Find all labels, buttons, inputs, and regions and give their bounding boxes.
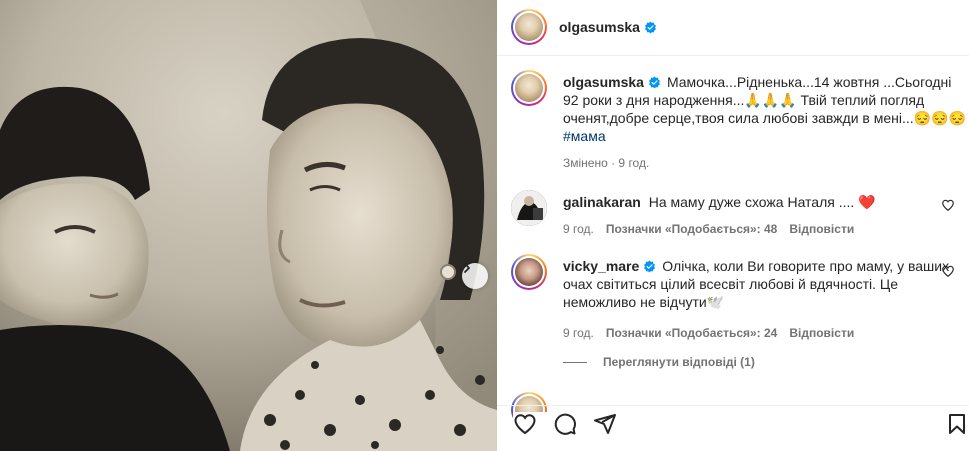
comment-likes-count[interactable]: Позначки «Подобається»: 48 [606, 220, 777, 238]
bookmark-icon[interactable] [945, 412, 969, 436]
verified-badge-icon [643, 260, 656, 273]
view-replies-label: Переглянути відповіді (1) [603, 355, 755, 369]
caption-edited-time: Змінено · 9 год. [563, 156, 650, 170]
post-actions-bar [513, 412, 617, 436]
comment-like-heart-icon[interactable] [941, 198, 955, 212]
actions-divider [497, 405, 969, 406]
avatar[interactable] [511, 70, 547, 106]
avatar[interactable] [511, 254, 547, 290]
verified-badge-icon [644, 21, 657, 34]
comment-item: galinakaran На маму дуже схожа Наталя ..… [511, 190, 967, 238]
caption-username[interactable]: olgasumska [563, 74, 644, 90]
comment-item: vicky_mare Олічка, коли Ви говорите про м… [511, 254, 967, 342]
carousel-next-button[interactable] [462, 263, 488, 289]
post-author-username[interactable]: olgasumska [559, 19, 640, 35]
post-photo [0, 0, 497, 451]
avatar[interactable] [511, 9, 547, 45]
hashtag-link[interactable]: #мама [563, 128, 606, 144]
comment-text: На маму дуже схожа Наталя .... ❤️ [648, 194, 876, 210]
verified-badge-icon [648, 76, 661, 89]
comment-like-heart-icon[interactable] [941, 264, 955, 278]
comment-username[interactable]: galinakaran [563, 194, 641, 210]
reply-button[interactable]: Відповісти [789, 220, 854, 238]
header-divider [497, 55, 969, 56]
sepia-photo-illustration [0, 0, 497, 451]
replies-divider-line [563, 361, 587, 363]
caption-text: olgasumska Мамочка...Рідненька...14 жовтн… [563, 73, 967, 145]
heart-icon[interactable] [513, 412, 537, 436]
comment-username[interactable]: vicky_mare [563, 258, 639, 274]
view-replies-button[interactable]: Переглянути відповіді (1) [563, 355, 755, 369]
comment-likes-count[interactable]: Позначки «Подобається»: 24 [606, 324, 777, 342]
chevron-right-icon [464, 263, 470, 273]
share-icon[interactable] [593, 412, 617, 436]
comment-time[interactable]: 9 год. [563, 220, 594, 238]
comment-time[interactable]: 9 год. [563, 324, 594, 342]
comment-icon[interactable] [553, 412, 577, 436]
post-side-panel: olgasumska olgasumska Мамочка...Рідненька… [497, 0, 969, 451]
post-caption: olgasumska Мамочка...Рідненька...14 жовтн… [511, 70, 967, 172]
post-header: olgasumska [511, 7, 657, 47]
reply-button[interactable]: Відповісти [789, 324, 854, 342]
avatar[interactable] [511, 190, 547, 226]
